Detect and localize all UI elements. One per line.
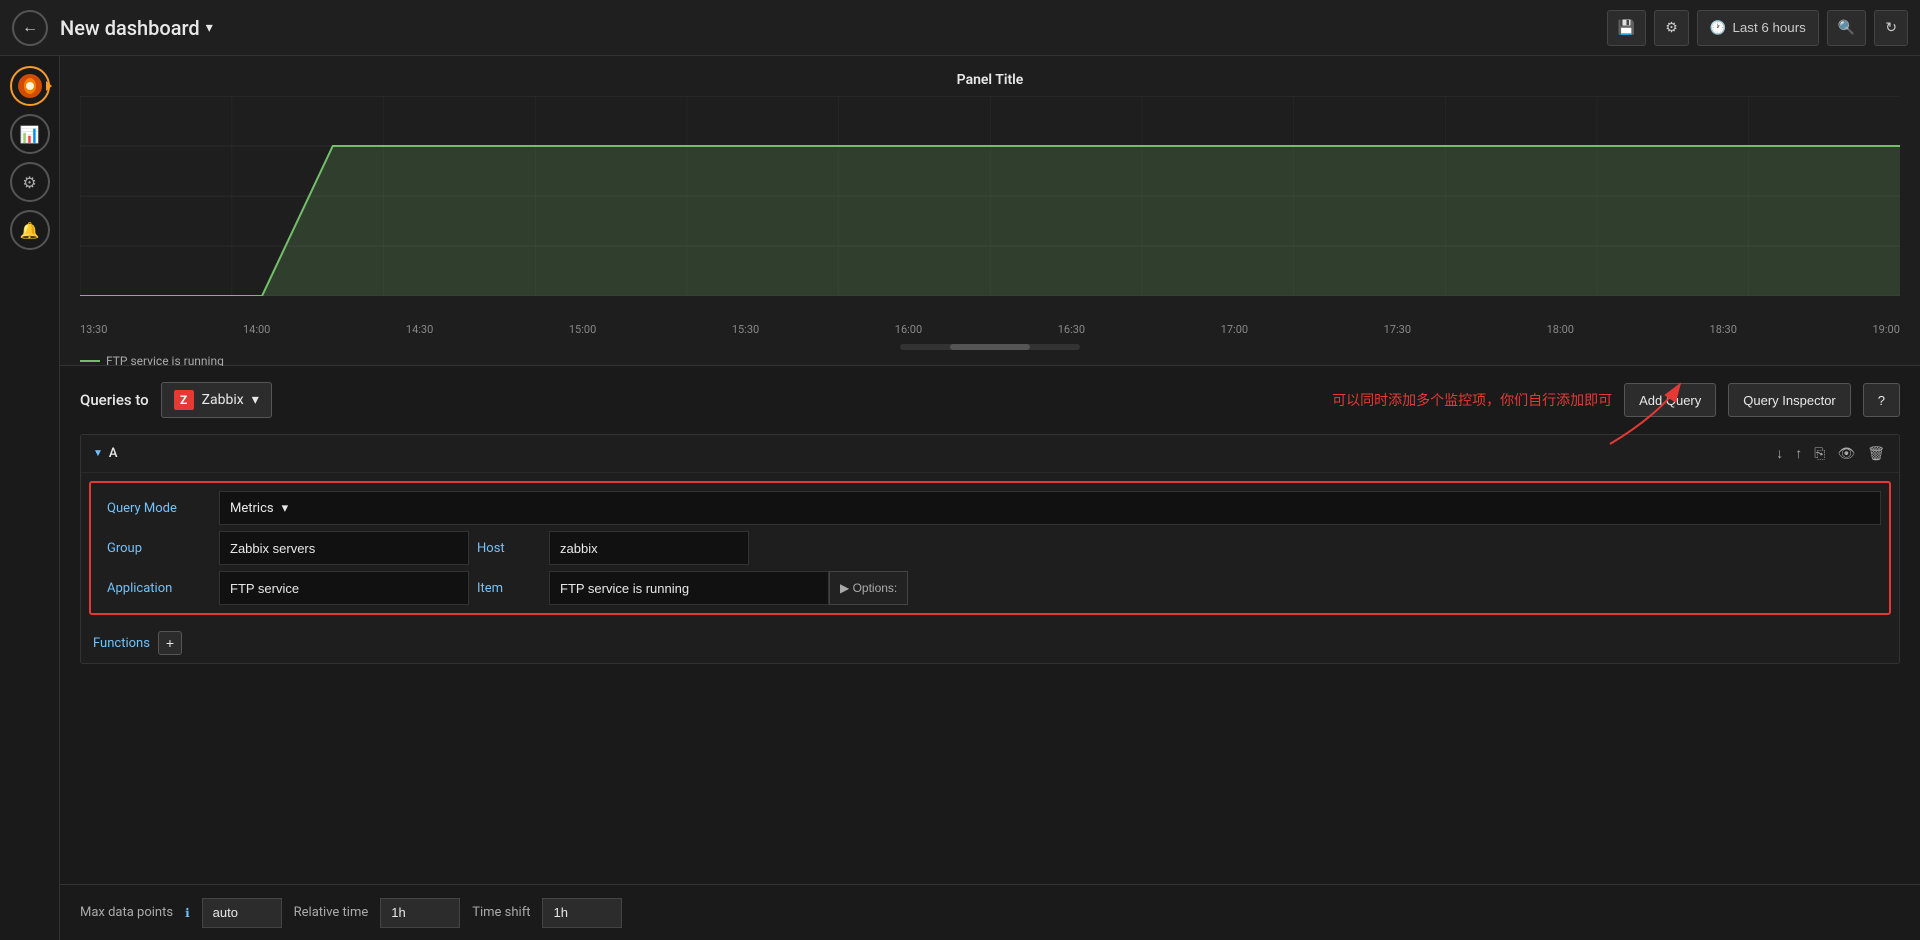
datasource-select[interactable]: Z Zabbix ▾ [161, 382, 272, 418]
time-shift-input[interactable] [542, 898, 622, 928]
back-button[interactable]: ← [12, 10, 48, 46]
query-form: Query Mode Metrics ▾ Group Host [89, 481, 1891, 615]
query-row-a-name: A [109, 446, 118, 461]
relative-time-label: Relative time [294, 905, 369, 920]
chart-area: 1.5 1.0 0.5 0 13:30 14:00 14:30 15:00 15… [80, 96, 1900, 316]
query-row-a: ▼ A ↓ ↑ ⎘ 👁 🗑 Query Mode [80, 434, 1900, 664]
query-mode-select[interactable]: Metrics ▾ [219, 491, 1881, 525]
item-input[interactable] [549, 571, 829, 605]
save-button[interactable]: 💾 [1607, 10, 1646, 46]
query-mode-label: Query Mode [99, 493, 219, 524]
sidebar-item-settings[interactable]: ⚙ [10, 162, 50, 202]
sidebar: 📊 ⚙ 🔔 [0, 56, 60, 940]
x-label-1530: 15:30 [732, 323, 759, 336]
x-label-1430: 14:30 [406, 323, 433, 336]
header: ← New dashboard ▾ 💾 ⚙ 🕐 Last 6 hours 🔍 ↻ [0, 0, 1920, 56]
queries-to-label: Queries to [80, 391, 149, 409]
max-data-points-input[interactable] [202, 898, 282, 928]
application-input[interactable] [219, 571, 469, 605]
query-inspector-button[interactable]: Query Inspector [1728, 383, 1851, 417]
form-row-query-mode: Query Mode Metrics ▾ [99, 491, 1881, 525]
delete-icon[interactable]: 🗑 [1865, 444, 1887, 464]
time-shift-label: Time shift [472, 905, 530, 920]
info-icon[interactable]: ℹ [185, 906, 190, 920]
move-up-icon[interactable]: ↑ [1793, 443, 1804, 464]
relative-time-input[interactable] [380, 898, 460, 928]
query-row-actions: ↓ ↑ ⎘ 👁 🗑 [1774, 443, 1887, 464]
x-label-1800: 18:00 [1547, 323, 1574, 336]
bell-icon: 🔔 [20, 221, 40, 240]
group-label: Group [99, 533, 219, 564]
x-label-1600: 16:00 [895, 323, 922, 336]
query-mode-value: Metrics [230, 501, 274, 516]
x-label-1830: 18:30 [1710, 323, 1737, 336]
clock-icon: 🕐 [1710, 20, 1727, 36]
chart-scrollbar-thumb[interactable] [950, 344, 1030, 350]
x-label-1700: 17:00 [1221, 323, 1248, 336]
functions-label: Functions [93, 636, 150, 651]
panel-title: Panel Title [80, 72, 1900, 88]
group-input[interactable] [219, 531, 469, 565]
host-input[interactable] [549, 531, 749, 565]
move-down-icon[interactable]: ↓ [1774, 443, 1785, 464]
time-range-label: Last 6 hours [1732, 20, 1805, 35]
x-label-1500: 15:00 [569, 323, 596, 336]
datasource-name: Zabbix [202, 392, 244, 408]
add-query-button[interactable]: Add Query [1624, 383, 1716, 417]
header-right: 💾 ⚙ 🕐 Last 6 hours 🔍 ↻ [1607, 10, 1908, 46]
sidebar-item-zabbix[interactable] [10, 66, 50, 106]
chart-scrollbar-track[interactable] [900, 344, 1080, 350]
x-label-1730: 17:30 [1384, 323, 1411, 336]
x-label-1630: 16:30 [1058, 323, 1085, 336]
legend-line-icon [80, 360, 100, 362]
sidebar-item-chart[interactable]: 📊 [10, 114, 50, 154]
chevron-down-icon: ▾ [252, 392, 259, 408]
annotation-text: 可以同时添加多个监控项，你们自行添加即可 [1332, 390, 1612, 410]
chart-panel: Panel Title [60, 56, 1920, 366]
help-button[interactable]: ? [1863, 383, 1900, 417]
query-row-a-header: ▼ A ↓ ↑ ⎘ 👁 🗑 [81, 435, 1899, 473]
main-layout: 📊 ⚙ 🔔 Panel Title [0, 56, 1920, 940]
query-header: Queries to Z Zabbix ▾ 可以同时添加多个监控项，你们自行添加… [80, 382, 1900, 418]
settings-button[interactable]: ⚙ [1654, 10, 1689, 46]
chevron-down-icon: ▾ [206, 20, 213, 36]
dashboard-title[interactable]: New dashboard ▾ [60, 16, 213, 40]
search-button[interactable]: 🔍 [1827, 10, 1866, 46]
header-left: ← New dashboard ▾ [12, 10, 213, 46]
functions-row: Functions + [81, 623, 1899, 663]
duplicate-icon[interactable]: ⎘ [1812, 444, 1827, 464]
application-label: Application [99, 573, 219, 604]
options-button[interactable]: ▶ Options: [829, 571, 908, 605]
gear-icon: ⚙ [22, 173, 36, 192]
time-range-button[interactable]: 🕐 Last 6 hours [1697, 10, 1819, 46]
query-section: Queries to Z Zabbix ▾ 可以同时添加多个监控项，你们自行添加… [60, 366, 1920, 884]
eye-icon[interactable]: 👁 [1835, 444, 1857, 464]
item-label: Item [469, 573, 549, 604]
form-row-application-item: Application Item ▶ Options: [99, 571, 1881, 605]
chart-icon: 📊 [20, 125, 40, 144]
query-mode-chevron-icon: ▾ [282, 501, 289, 516]
host-label: Host [469, 533, 549, 564]
add-function-button[interactable]: + [158, 631, 182, 655]
bottom-toolbar: Max data points ℹ Relative time Time shi… [60, 884, 1920, 940]
dashboard-title-text: New dashboard [60, 16, 200, 40]
sidebar-item-alerts[interactable]: 🔔 [10, 210, 50, 250]
zabbix-z-icon: Z [174, 390, 194, 410]
collapse-arrow-icon[interactable]: ▼ [93, 448, 103, 459]
content: Panel Title [60, 56, 1920, 940]
x-label-1330: 13:30 [80, 323, 107, 336]
max-data-points-label: Max data points [80, 905, 173, 920]
form-row-group-host: Group Host [99, 531, 1881, 565]
chart-svg [80, 96, 1900, 296]
query-row-a-label: ▼ A [93, 446, 118, 461]
x-label-1400: 14:00 [243, 323, 270, 336]
refresh-button[interactable]: ↻ [1874, 10, 1908, 46]
x-label-1900: 19:00 [1872, 323, 1899, 336]
zabbix-logo-icon [16, 72, 44, 100]
